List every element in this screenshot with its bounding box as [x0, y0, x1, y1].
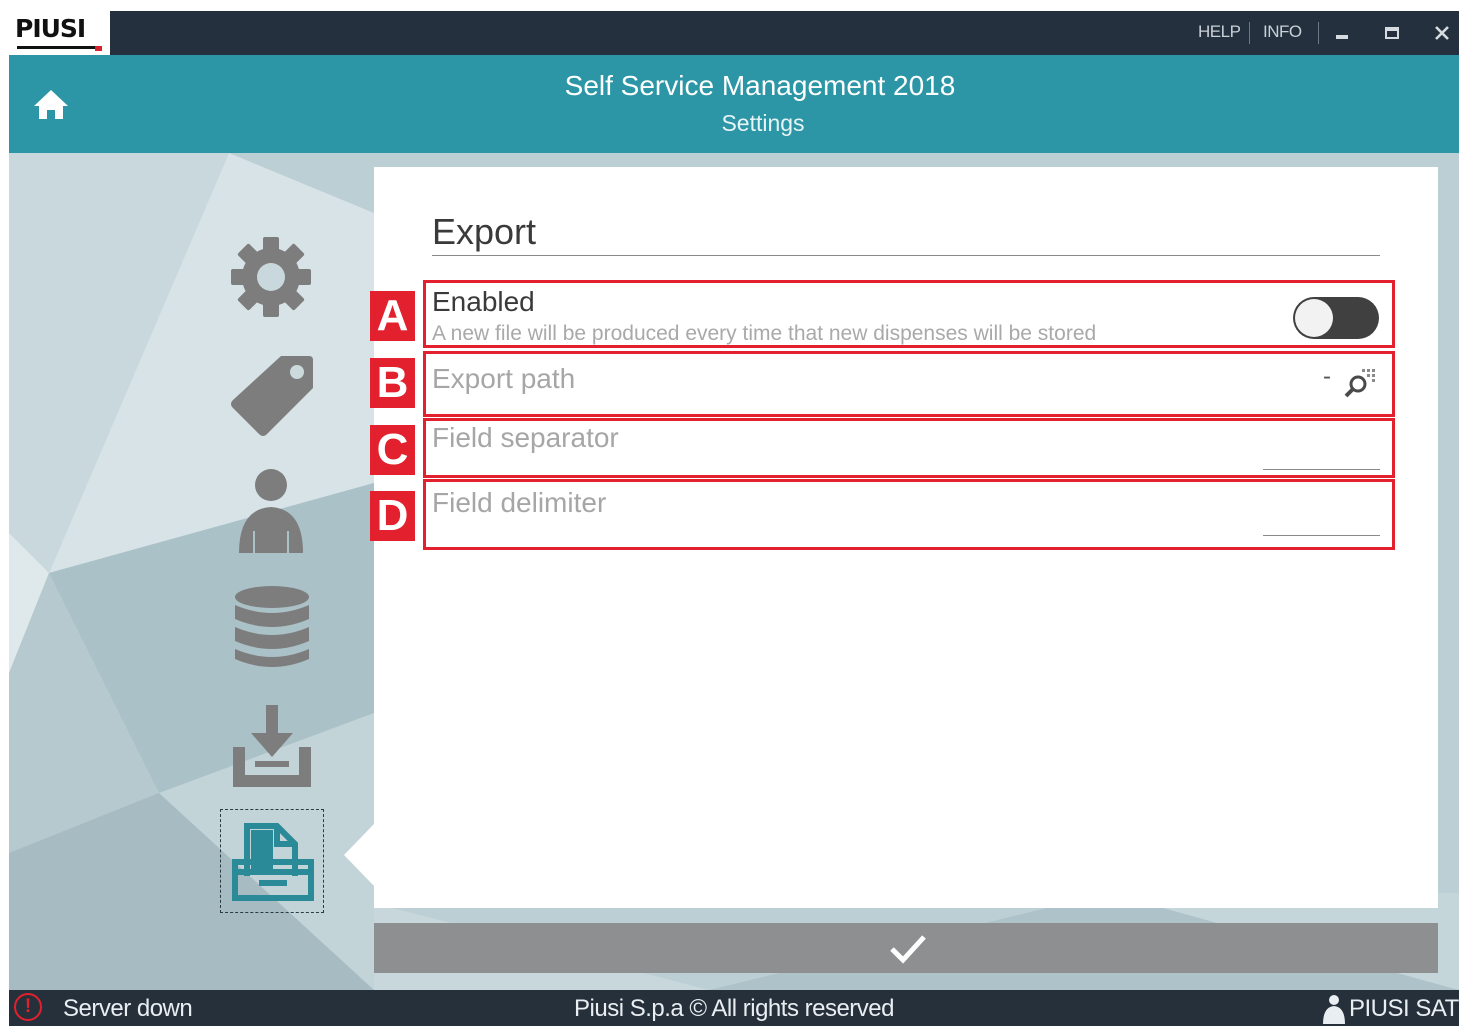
section-divider — [432, 255, 1380, 256]
piusi-logo: PIUSI — [9, 11, 110, 55]
nav-item-general-settings[interactable] — [229, 235, 313, 319]
alert-icon: ! — [14, 993, 42, 1021]
annotation-badge-b: B — [370, 358, 415, 408]
nav-item-tags[interactable] — [229, 352, 315, 438]
folder-search-icon — [1344, 369, 1375, 398]
nav-item-export[interactable] — [220, 809, 324, 913]
info-link[interactable]: INFO — [1263, 22, 1302, 42]
field-separator-label: Field separator — [432, 422, 619, 453]
copyright-text: Piusi S.p.a © All rights reserved — [574, 995, 895, 1022]
app-title: Self Service Management 2018 — [564, 70, 956, 101]
user-icon — [1323, 995, 1345, 1024]
field-delimiter-input[interactable] — [1263, 535, 1380, 536]
export-path-value: - — [1323, 363, 1331, 390]
export-settings-panel: Export A Enabled A new file will be prod… — [370, 167, 1438, 908]
enabled-toggle[interactable] — [1293, 297, 1379, 339]
logo-underline — [17, 46, 101, 49]
nav-item-import[interactable] — [231, 703, 313, 787]
enabled-description: A new file will be produced every time t… — [432, 322, 1097, 345]
active-section-pointer — [344, 824, 374, 886]
current-user[interactable]: PIUSI SAT — [1349, 995, 1459, 1023]
browse-path-button[interactable] — [1342, 367, 1376, 399]
titlebar-divider — [1249, 22, 1250, 44]
logo-text: PIUSI — [15, 14, 86, 43]
app-window: PIUSI HELP INFO Self Service Management … — [9, 11, 1459, 1026]
title-bar: PIUSI HELP INFO — [9, 11, 1459, 55]
page-subtitle: Settings — [721, 110, 805, 136]
server-status: Server down — [63, 995, 193, 1022]
nav-item-database[interactable] — [233, 585, 311, 671]
close-button[interactable] — [1427, 17, 1457, 49]
field-separator-input[interactable] — [1263, 469, 1380, 470]
user-icon — [239, 469, 303, 553]
logo-accent — [95, 46, 102, 51]
download-icon — [233, 705, 311, 787]
titlebar-divider — [1318, 22, 1319, 44]
confirm-button[interactable] — [374, 923, 1438, 973]
section-title: Export — [432, 211, 537, 252]
tag-icon — [231, 356, 313, 436]
database-icon — [235, 586, 309, 667]
minimize-icon — [1336, 35, 1348, 39]
toggle-knob — [1295, 299, 1333, 337]
annotation-badge-d: D — [370, 491, 415, 541]
minimize-button[interactable] — [1327, 17, 1357, 49]
gear-icon — [231, 237, 311, 317]
export-path-label: Export path — [432, 363, 576, 394]
maximize-icon — [1385, 27, 1399, 39]
annotation-badge-c: C — [370, 425, 415, 475]
help-link[interactable]: HELP — [1198, 22, 1241, 42]
export-printer-icon — [232, 823, 314, 901]
field-delimiter-label: Field delimiter — [432, 487, 607, 518]
check-icon — [890, 935, 926, 964]
nav-item-users[interactable] — [235, 469, 307, 555]
enabled-label: Enabled — [432, 286, 535, 317]
app-header: Self Service Management 2018 Settings — [9, 55, 1459, 153]
status-bar: ! Server down Piusi S.p.a © All rights r… — [9, 990, 1459, 1026]
annotation-badge-a: A — [370, 291, 415, 341]
maximize-button[interactable] — [1377, 17, 1407, 49]
close-icon — [1435, 26, 1449, 40]
